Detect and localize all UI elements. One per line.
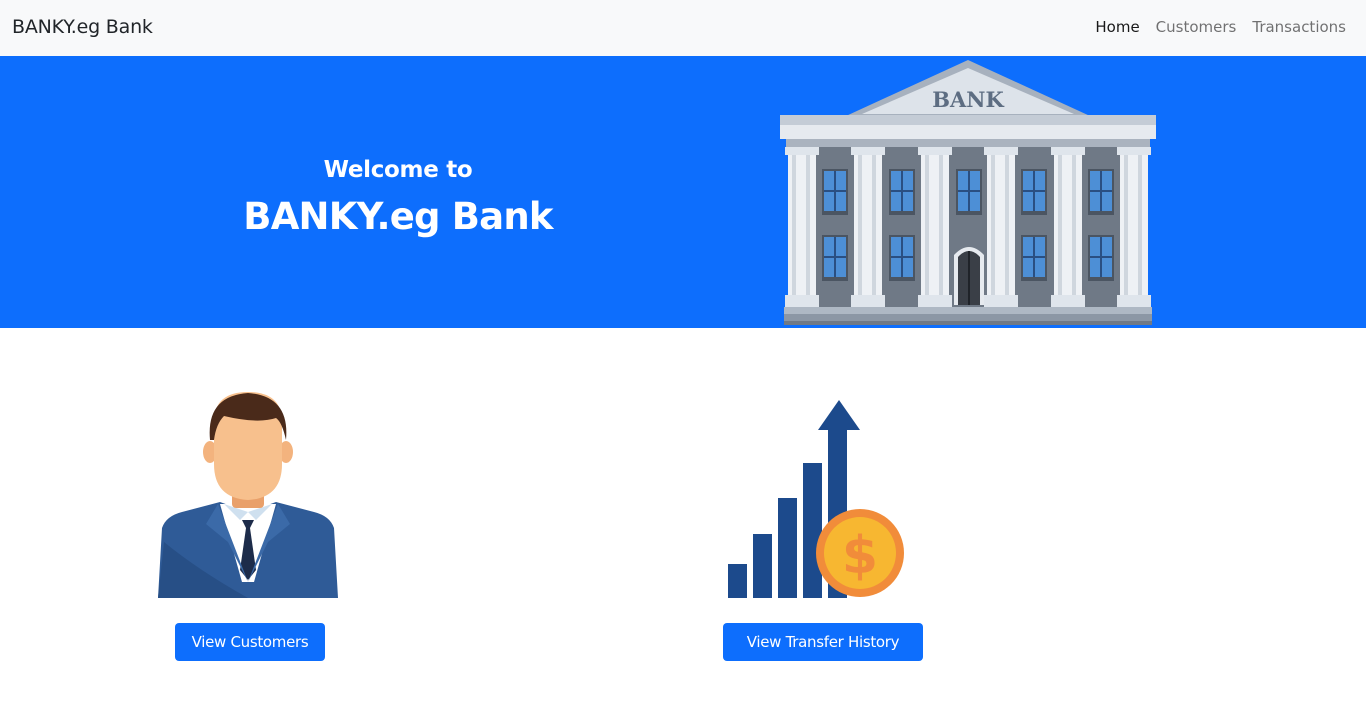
hero-banner: Welcome to BANKY.eg Bank BANK xyxy=(0,56,1366,328)
nav-links: Home Customers Transactions xyxy=(1095,18,1346,36)
nav-link-transactions[interactable]: Transactions xyxy=(1252,18,1346,36)
navbar: BANKY.eg Bank Home Customers Transaction… xyxy=(0,0,1366,56)
bank-building-icon: BANK xyxy=(780,60,1156,325)
bank-sign-label: BANK xyxy=(932,87,1004,112)
growth-chart-dollar-icon: $ xyxy=(728,400,904,598)
businessman-icon xyxy=(158,392,338,598)
navbar-brand[interactable]: BANKY.eg Bank xyxy=(12,16,153,38)
nav-link-customers[interactable]: Customers xyxy=(1156,18,1237,36)
view-transfer-history-button[interactable]: View Transfer History xyxy=(723,623,923,661)
hero-title: BANKY.eg Bank xyxy=(243,195,553,238)
view-customers-button[interactable]: View Customers xyxy=(175,623,325,661)
svg-text:$: $ xyxy=(842,526,878,586)
hero-subtitle: Welcome to xyxy=(323,157,473,183)
nav-link-home[interactable]: Home xyxy=(1095,18,1139,36)
